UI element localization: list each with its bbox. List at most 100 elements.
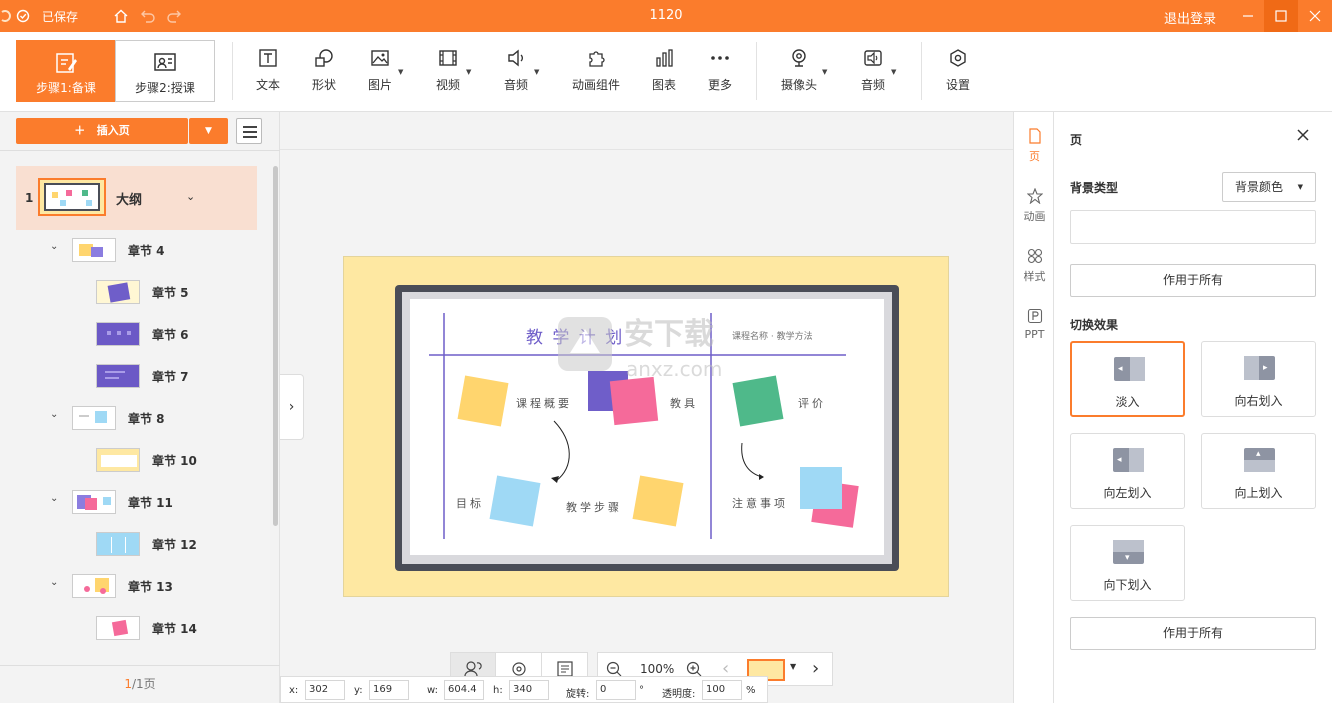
effect-slide-left[interactable]: ◂ 向左划入 [1070, 433, 1185, 509]
bg-type-select[interactable]: 背景颜色 ▼ [1222, 172, 1316, 202]
slide-canvas[interactable]: 教 学 计 划 课程名称 · 教学方法 课程概要 教具 评价 目标 教学步骤 注… [343, 256, 949, 597]
bg-color-field[interactable] [1070, 210, 1316, 244]
page-menu-button[interactable] [236, 118, 262, 144]
sidebar-scrollbar[interactable] [273, 166, 278, 526]
tool-animation-widget[interactable]: 动画组件 [570, 48, 622, 96]
tool-image[interactable]: 图片 ▼ [366, 48, 403, 96]
zoom-in-icon[interactable] [686, 661, 702, 677]
tool-audio-record[interactable]: 音频 ▼ [859, 48, 896, 96]
chevron-down-icon[interactable]: ▼ [534, 68, 539, 76]
step-prepare-button[interactable]: 步骤1:备课 [16, 40, 116, 102]
page-item-1[interactable]: 1 大纲 ⌄ [16, 166, 257, 230]
close-icon[interactable] [1295, 127, 1311, 143]
rotation-unit: ° [639, 685, 644, 696]
section-item[interactable]: ⌄ 章节 11 [50, 487, 250, 517]
effect-fade-in[interactable]: ◂ 淡入 [1070, 341, 1185, 417]
section-item[interactable]: 章节 14 [96, 613, 256, 643]
w-field[interactable]: 604.4 [444, 680, 484, 700]
effect-slide-right[interactable]: ▸ 向右划入 [1201, 341, 1316, 417]
section-label: 章节 4 [128, 244, 165, 258]
tool-shape[interactable]: 形状 [310, 48, 338, 96]
apply-all-button[interactable]: 作用于所有 [1070, 264, 1316, 297]
x-label: x: [289, 685, 299, 696]
apply-all-transition-button[interactable]: 作用于所有 [1070, 617, 1316, 650]
opacity-field[interactable]: 100 [702, 680, 742, 700]
tab-page[interactable]: 页 [1014, 128, 1055, 180]
chevron-down-icon[interactable]: ⌄ [50, 577, 58, 588]
coordinates-bar: x: 302 y: 169 w: 604.4 h: 340 旋转: 0 ° 透明… [280, 676, 768, 703]
chevron-down-icon[interactable]: ▼ [466, 68, 471, 76]
tool-text[interactable]: 文本 [254, 48, 282, 96]
section-thumbnail [72, 490, 116, 514]
zoom-out-icon[interactable] [606, 661, 622, 677]
text-icon [259, 49, 277, 67]
tool-settings[interactable]: 设置 [944, 48, 972, 96]
chevron-right-icon: › [288, 399, 295, 415]
tab-ppt[interactable]: PPT [1014, 308, 1055, 360]
effect-slide-down[interactable]: ▾ 向下划入 [1070, 525, 1185, 601]
image-icon [371, 50, 389, 66]
saved-status: 已保存 [42, 10, 79, 24]
chevron-down-icon[interactable]: ⌄ [50, 493, 58, 504]
edit-lesson-icon [56, 53, 77, 73]
section-item[interactable]: ⌄ 章节 13 [50, 571, 250, 601]
tool-more[interactable]: 更多 [706, 48, 734, 96]
logout-button[interactable]: 退出登录 [1164, 8, 1216, 27]
chevron-down-icon[interactable]: ▼ [398, 68, 403, 76]
insert-page-button[interactable]: ＋ 插入页 [16, 118, 188, 144]
step-teach-label: 步骤2:授课 [135, 81, 195, 95]
h-field[interactable]: 340 [509, 680, 549, 700]
slide-down-icon: ▾ [1113, 540, 1144, 564]
slide-label-notes[interactable]: 注意事项 [732, 495, 788, 511]
opacity-unit: % [746, 685, 756, 696]
chevron-down-icon[interactable]: ▼ [790, 662, 796, 671]
tab-animation[interactable]: 动画 [1014, 188, 1055, 240]
close-window-button[interactable] [1298, 0, 1332, 32]
effect-slide-up[interactable]: ▴ 向上划入 [1201, 433, 1316, 509]
section-item[interactable]: 章节 12 [96, 529, 256, 559]
section-item[interactable]: 章节 6 [96, 319, 256, 349]
home-icon[interactable] [113, 8, 129, 24]
maximize-button[interactable] [1264, 0, 1298, 32]
tool-camera[interactable]: 摄像头 ▼ [780, 48, 827, 96]
insert-page-dropdown[interactable]: ▼ [189, 118, 228, 144]
section-item[interactable]: ⌄ 章节 4 [50, 235, 250, 265]
chevron-down-icon[interactable]: ⌄ [50, 241, 58, 252]
minimize-button[interactable] [1231, 0, 1265, 32]
expand-sidebar-button[interactable]: › [280, 374, 304, 440]
slide-label-course[interactable]: 课程概要 [516, 395, 572, 411]
y-field[interactable]: 169 [369, 680, 409, 700]
tab-style[interactable]: 样式 [1014, 248, 1055, 300]
tool-chart[interactable]: 图表 [650, 48, 678, 96]
tool-video[interactable]: 视频 ▼ [434, 48, 471, 96]
chevron-right-icon[interactable]: › [812, 658, 819, 679]
rotation-field[interactable]: 0 [596, 680, 636, 700]
slide-label-teach[interactable]: 教具 [670, 395, 698, 411]
slide-label-goal[interactable]: 目标 [456, 495, 484, 511]
redo-icon[interactable] [166, 8, 182, 24]
section-item[interactable]: 章节 5 [96, 277, 256, 307]
x-field[interactable]: 302 [305, 680, 345, 700]
chevron-down-icon[interactable]: ⌄ [50, 409, 58, 420]
step-prepare-label: 步骤1:备课 [36, 81, 96, 95]
effect-label: 淡入 [1115, 395, 1140, 409]
settings-icon [950, 49, 966, 67]
tab-ppt-label: PPT [1024, 328, 1045, 341]
undo-icon[interactable] [140, 8, 156, 24]
chevron-down-icon[interactable]: ▼ [891, 68, 896, 76]
section-item[interactable]: ⌄ 章节 8 [50, 403, 250, 433]
slide-label-eval[interactable]: 评价 [798, 395, 826, 411]
zoom-level: 100% [640, 662, 675, 676]
step-teach-button[interactable]: 步骤2:授课 [115, 40, 215, 102]
chevron-down-icon[interactable]: ⌄ [186, 190, 195, 203]
page-thumbnail [38, 178, 106, 216]
bg-type-label: 背景类型 [1070, 181, 1119, 195]
section-thumbnail [96, 532, 140, 556]
section-item[interactable]: 章节 7 [96, 361, 256, 391]
tool-audio[interactable]: 音频 ▼ [502, 48, 539, 96]
chevron-down-icon[interactable]: ▼ [822, 68, 827, 76]
slide-label-steps[interactable]: 教学步骤 [566, 499, 622, 515]
section-item[interactable]: 章节 10 [96, 445, 256, 475]
chevron-down-icon: ▼ [205, 126, 212, 136]
section-label: 章节 5 [152, 286, 189, 300]
